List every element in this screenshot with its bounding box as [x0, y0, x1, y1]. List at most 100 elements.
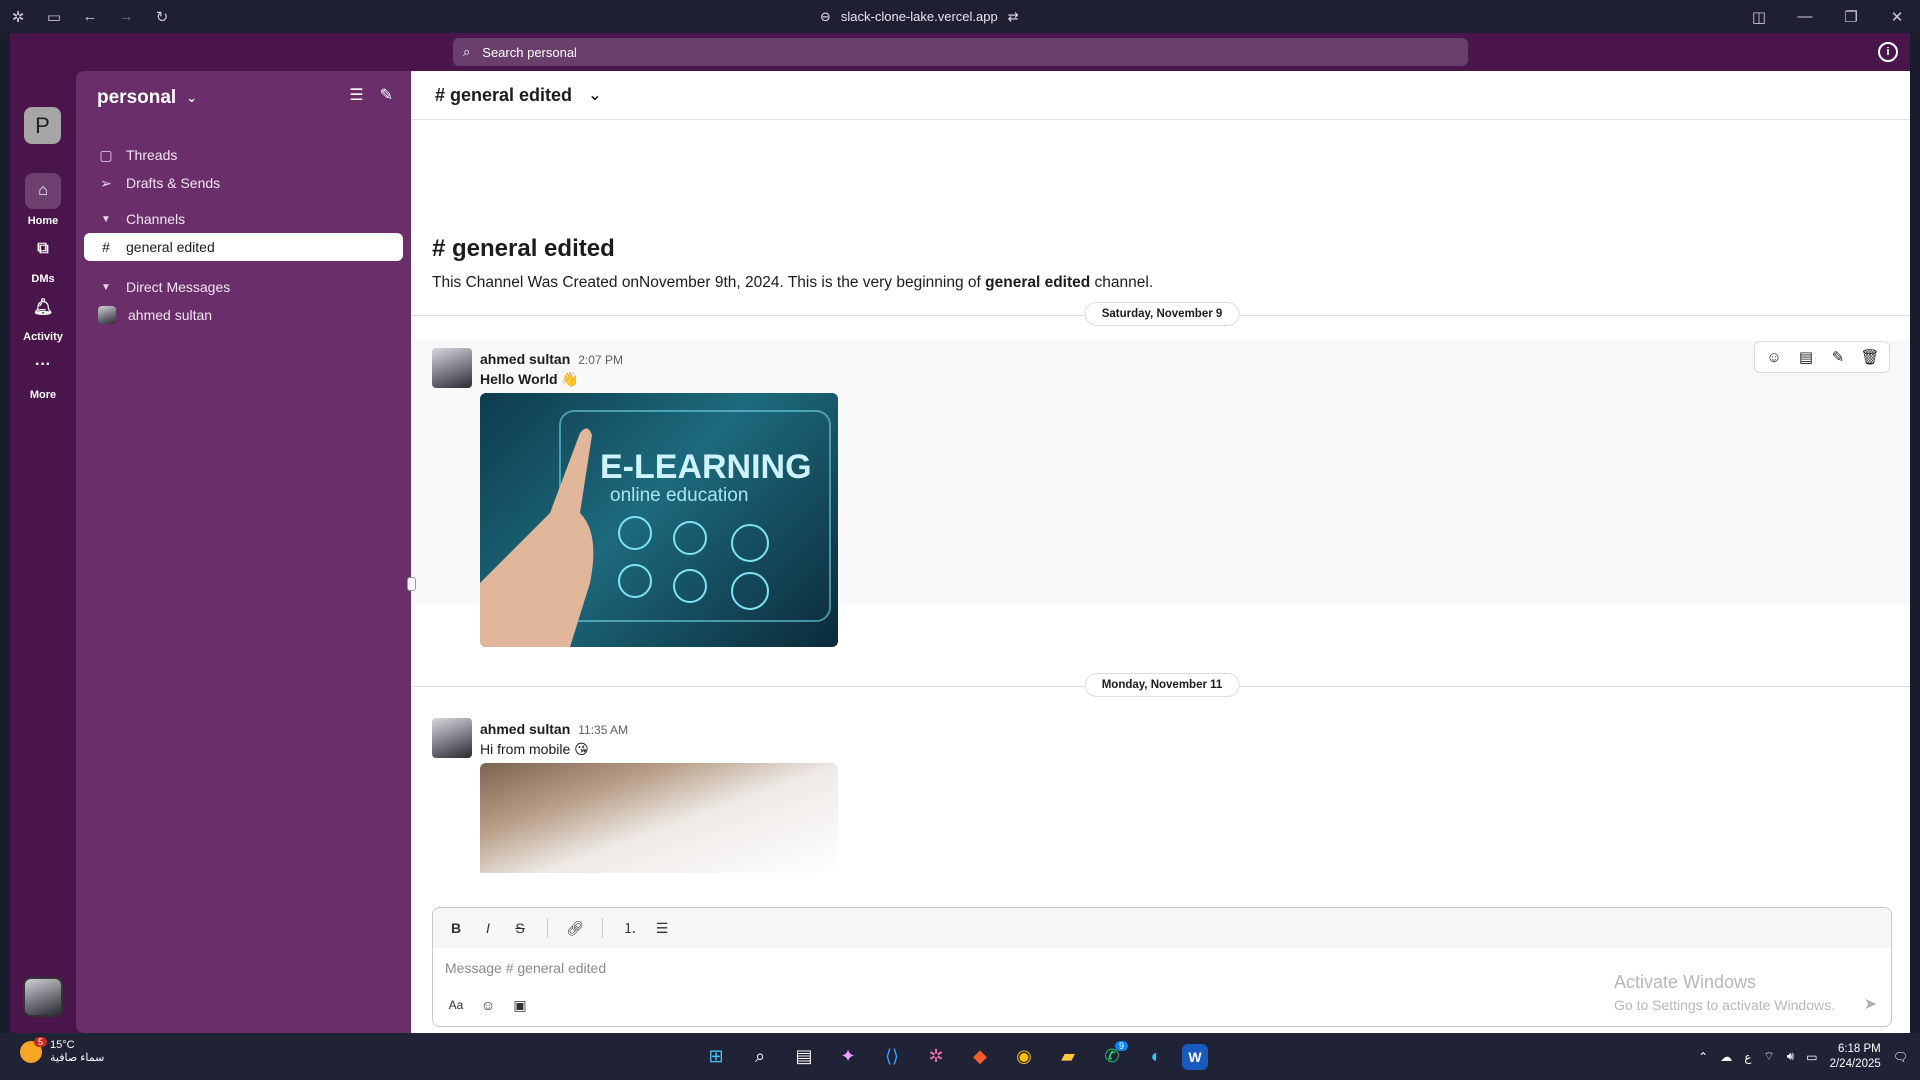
sidebar-toggle-icon[interactable]: ▭: [36, 0, 72, 33]
workspace-name: personal: [97, 87, 177, 108]
section-label: Direct Messages: [126, 279, 231, 295]
message-time: 2:07 PM: [578, 353, 623, 367]
intro-prefix: This Channel Was Created onNovember 9th,…: [432, 274, 986, 291]
intro-channel-name: general edited: [985, 274, 1091, 291]
channel-intro-text: This Channel Was Created onNovember 9th,…: [432, 274, 1153, 292]
split-view-icon[interactable]: ◫: [1736, 0, 1782, 33]
rail-item-activity[interactable]: 🔔︎ Activity: [10, 289, 76, 343]
file-explorer-icon[interactable]: ▰: [1050, 1039, 1086, 1075]
workspace-avatar[interactable]: P: [24, 107, 61, 144]
site-settings-icon[interactable]: ⇄: [1008, 9, 1019, 25]
reload-icon[interactable]: ↻: [144, 0, 180, 33]
wifi-icon[interactable]: ⌔: [1763, 1049, 1774, 1064]
send-icon[interactable]: ➤: [1864, 994, 1877, 1014]
compose-icon[interactable]: ✎: [380, 85, 393, 105]
channel-header[interactable]: # general edited ⌄: [411, 71, 1910, 120]
workspaces-icon[interactable]: ✲: [0, 0, 36, 33]
italic-icon[interactable]: I: [475, 915, 501, 941]
message-composer: B I S 🔗︎ ⒈ ☰ Message # general edited Aa…: [432, 907, 1892, 1027]
avatar[interactable]: [432, 348, 472, 388]
message-image[interactable]: E-LEARNING online education: [480, 393, 838, 647]
workspace-menu[interactable]: personal ⌄: [97, 87, 197, 109]
activate-windows-notice: Activate Windows Go to Settings to activ…: [1614, 972, 1835, 1013]
resize-handle[interactable]: [407, 577, 416, 591]
sidebar-item-threads[interactable]: ▢ Threads: [84, 141, 403, 169]
weather-widget[interactable]: 15°C سماء صافية 5: [20, 1037, 104, 1064]
bullet-list-icon[interactable]: ☰: [649, 915, 675, 941]
edit-icon[interactable]: ✎: [1823, 343, 1853, 371]
address-bar[interactable]: ⊖ slack-clone-lake.vercel.app ⇄: [820, 0, 1019, 33]
browser-app-icon[interactable]: ✲: [918, 1039, 954, 1075]
chrome-icon[interactable]: ◉: [1006, 1039, 1042, 1075]
start-icon[interactable]: ⊞: [698, 1039, 734, 1075]
reply-thread-icon[interactable]: ▤: [1791, 343, 1821, 371]
user-avatar[interactable]: [23, 977, 63, 1017]
chevron-down-icon: ⌄: [588, 87, 602, 104]
rail-item-dms[interactable]: ⧉ DMs: [10, 231, 76, 285]
text-format-icon[interactable]: Aa: [443, 992, 469, 1018]
rail-item-label: DMs: [31, 273, 55, 285]
toolbar-divider: [602, 918, 603, 938]
info-icon[interactable]: i: [1878, 42, 1898, 62]
rail-item-more[interactable]: ··· More: [10, 347, 76, 401]
dm-section-toggle[interactable]: ▼ Direct Messages: [84, 273, 403, 301]
message-author[interactable]: ahmed sultan: [480, 721, 570, 737]
message[interactable]: ahmed sultan 11:35 AM Hi from mobile 😘: [411, 711, 1910, 911]
message-input[interactable]: Message # general edited: [445, 960, 606, 976]
sidebar-item-drafts[interactable]: ➢ Drafts & Sends: [84, 169, 403, 197]
strikethrough-icon[interactable]: S: [507, 915, 533, 941]
brave-icon[interactable]: ◆: [962, 1039, 998, 1075]
close-icon[interactable]: ✕: [1874, 0, 1920, 33]
image-title: E-LEARNING: [600, 448, 812, 486]
elearning-illustration: E-LEARNING online education: [480, 410, 831, 647]
restore-icon[interactable]: ❐: [1828, 0, 1874, 33]
chevron-up-icon[interactable]: ⌃: [1698, 1050, 1708, 1064]
message-image[interactable]: [480, 763, 838, 873]
volume-icon[interactable]: 🔊︎: [1787, 1049, 1795, 1064]
channels-section-toggle[interactable]: ▼ Channels: [84, 205, 403, 233]
link-icon[interactable]: 🔗︎: [562, 915, 588, 941]
word-icon[interactable]: W: [1182, 1043, 1208, 1070]
chevron-down-icon: ⌄: [186, 90, 198, 105]
search-icon[interactable]: ⌕: [742, 1039, 778, 1075]
date-pill[interactable]: Monday, November 11: [1084, 673, 1240, 697]
date-pill[interactable]: Saturday, November 9: [1084, 302, 1240, 326]
emoji-react-icon[interactable]: ☺: [1759, 343, 1789, 371]
notification-icon[interactable]: 🗨︎: [1893, 1050, 1908, 1064]
hash-icon: #: [102, 239, 110, 255]
whatsapp-icon[interactable]: ✆ 9: [1094, 1039, 1130, 1075]
channel-intro-title: # general edited: [432, 235, 615, 262]
search-input[interactable]: ⌕ Search personal: [453, 38, 1468, 66]
language-indicator[interactable]: ع: [1744, 1050, 1751, 1064]
sidebar-item-general-edited[interactable]: # general edited: [84, 233, 403, 261]
clock-time: 6:18 PM: [1837, 1042, 1881, 1055]
message-time: 11:35 AM: [578, 723, 629, 737]
back-icon[interactable]: ←: [72, 0, 108, 33]
vscode-icon[interactable]: ⟨⟩: [874, 1039, 910, 1075]
message-author[interactable]: ahmed sultan: [480, 351, 570, 367]
sidebar-item-label: general edited: [126, 239, 215, 255]
browser-titlebar: ✲ ▭ ← → ↻ ⊖ slack-clone-lake.vercel.app …: [0, 0, 1920, 33]
forward-icon[interactable]: →: [108, 0, 144, 33]
rail-item-home[interactable]: ⌂ Home: [10, 173, 76, 227]
onedrive-icon[interactable]: ☁: [1720, 1050, 1732, 1064]
clock[interactable]: 6:18 PM 2/24/2025: [1830, 1042, 1881, 1072]
top-bar: ⌕ Search personal i: [10, 33, 1910, 71]
ordered-list-icon[interactable]: ⒈: [617, 915, 643, 941]
message[interactable]: ahmed sultan 2:07 PM Hello World 👋 E-LEA…: [411, 341, 1910, 647]
battery-icon[interactable]: ▭: [1806, 1050, 1817, 1064]
activate-title: Activate Windows: [1614, 972, 1757, 992]
filter-icon[interactable]: ☰: [349, 85, 363, 105]
delete-icon[interactable]: 🗑︎: [1855, 343, 1885, 371]
task-view-icon[interactable]: ▤: [786, 1039, 822, 1075]
emoji-icon[interactable]: ☺: [475, 992, 501, 1018]
bold-icon[interactable]: B: [443, 915, 469, 941]
minimize-icon[interactable]: —: [1782, 0, 1828, 33]
search-icon: ⌕: [463, 44, 471, 59]
sidebar-item-label: Threads: [126, 147, 178, 163]
sidebar-item-dm-ahmed[interactable]: ahmed sultan: [84, 301, 403, 329]
avatar[interactable]: [432, 718, 472, 758]
image-upload-icon[interactable]: ▣: [507, 992, 533, 1018]
copilot-icon[interactable]: ✦: [830, 1039, 866, 1075]
edge-icon[interactable]: ◐: [1138, 1039, 1174, 1075]
